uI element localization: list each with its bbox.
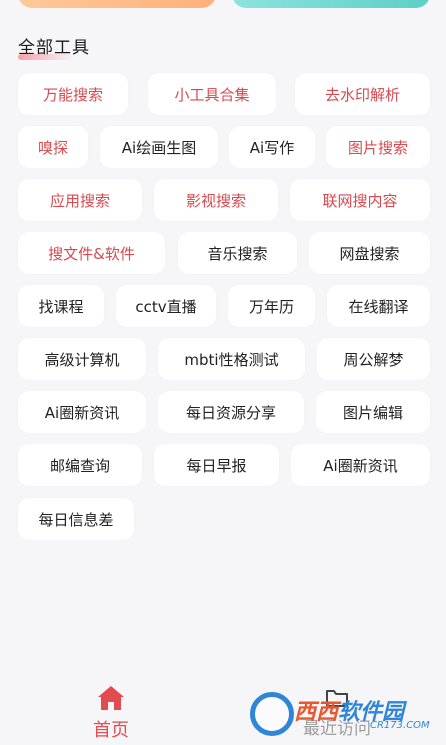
tool-chip[interactable]: Ai写作 xyxy=(229,126,315,168)
tool-chip[interactable]: Ai绘画生图 xyxy=(100,126,218,168)
tool-chip[interactable]: 邮编查询 xyxy=(18,444,142,486)
tool-chip[interactable]: 图片编辑 xyxy=(316,391,430,433)
tool-chip[interactable]: 万年历 xyxy=(228,285,315,327)
site-watermark: 西西软件园 CR173.COM xyxy=(248,688,444,742)
tool-chip[interactable]: 应用搜索 xyxy=(18,179,142,221)
tool-chip[interactable]: 去水印解析 xyxy=(295,73,430,115)
watermark-domain: CR173.COM xyxy=(370,720,430,731)
watermark-logo-ring xyxy=(250,692,294,736)
tool-chip[interactable]: 图片搜索 xyxy=(326,126,430,168)
tools-grid: 万能搜索 小工具合集 去水印解析 嗅探 Ai绘画生图 Ai写作 图片搜索 应用搜… xyxy=(0,0,446,560)
tool-chip[interactable]: 在线翻译 xyxy=(327,285,430,327)
tool-chip[interactable]: Ai圈新资讯 xyxy=(18,391,146,433)
tool-chip[interactable]: 嗅探 xyxy=(18,126,88,168)
tool-chip[interactable]: 联网搜内容 xyxy=(290,179,430,221)
tool-chip[interactable]: 每日信息差 xyxy=(18,498,134,540)
tool-chip[interactable]: 网盘搜索 xyxy=(309,232,430,274)
tool-chip[interactable]: cctv直播 xyxy=(116,285,216,327)
tool-chip[interactable]: 小工具合集 xyxy=(148,73,276,115)
nav-home[interactable]: 首页 xyxy=(78,684,144,742)
tool-chip[interactable]: 搜文件&软件 xyxy=(18,232,165,274)
home-icon xyxy=(96,684,126,712)
tool-chip[interactable]: 每日早报 xyxy=(154,444,279,486)
tool-chip[interactable]: 找课程 xyxy=(18,285,104,327)
tool-chip[interactable]: 音乐搜索 xyxy=(178,232,297,274)
tool-chip[interactable]: 万能搜索 xyxy=(18,73,128,115)
tool-chip[interactable]: mbti性格测试 xyxy=(158,338,305,380)
tool-chip[interactable]: 周公解梦 xyxy=(317,338,430,380)
tool-chip[interactable]: Ai圈新资讯 xyxy=(291,444,430,486)
tool-chip[interactable]: 每日资源分享 xyxy=(158,391,304,433)
watermark-brand-a: 西西 xyxy=(294,700,339,725)
nav-home-label: 首页 xyxy=(93,720,129,741)
tool-chip[interactable]: 高级计算机 xyxy=(18,338,146,380)
tool-chip[interactable]: 影视搜索 xyxy=(154,179,278,221)
